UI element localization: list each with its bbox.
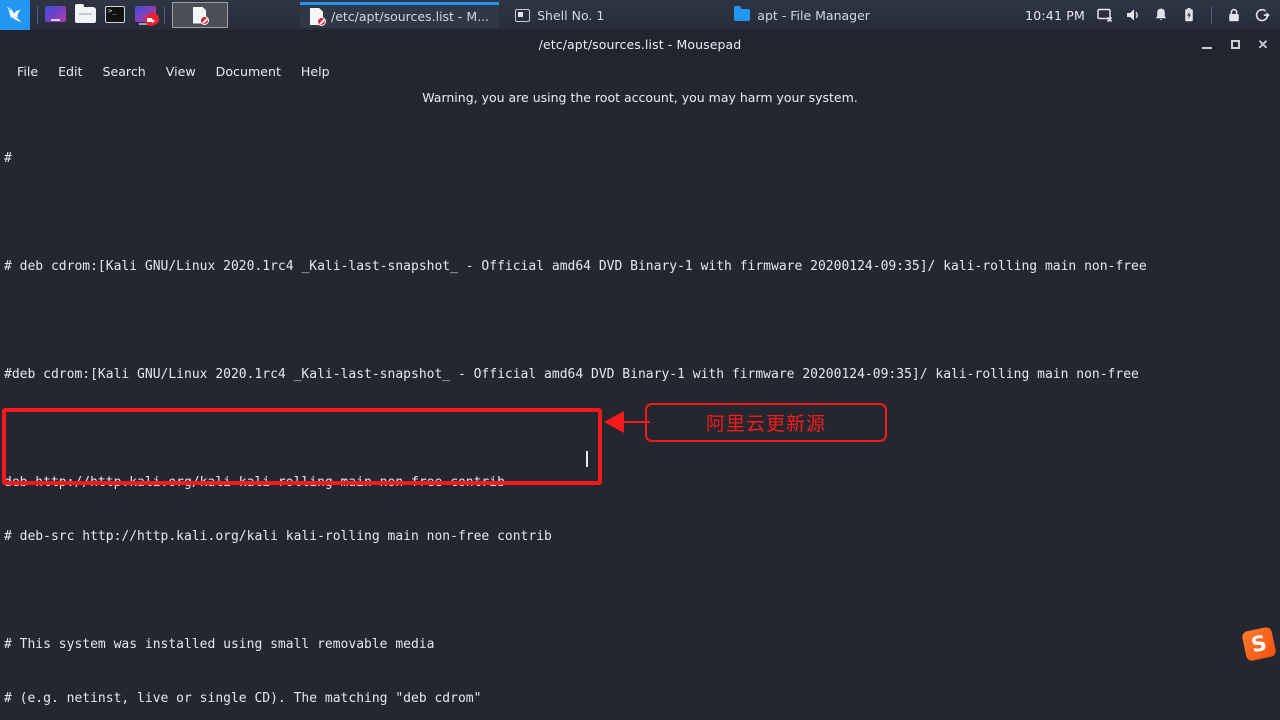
kali-dragon-icon bbox=[4, 4, 26, 26]
screen-icon bbox=[45, 6, 66, 22]
menu-document[interactable]: Document bbox=[207, 61, 290, 82]
menu-search[interactable]: Search bbox=[93, 61, 154, 82]
folder-icon bbox=[734, 6, 751, 21]
annotation-callout: 阿里云更新源 bbox=[645, 403, 887, 442]
editor-line: #deb cdrom:[Kali GNU/Linux 2020.1rc4 _Ka… bbox=[4, 367, 1139, 382]
root-warning-text: Warning, you are using the root account,… bbox=[422, 89, 858, 105]
window-button-label: apt - File Manager bbox=[757, 7, 870, 23]
maximize-button[interactable] bbox=[1222, 31, 1248, 57]
system-tray: 10:41 PM bbox=[1025, 6, 1280, 24]
display-off-icon[interactable] bbox=[1097, 7, 1113, 23]
taskbar: /etc/apt/sources.list - M... Shell No. 1… bbox=[0, 0, 1280, 30]
folder-icon bbox=[75, 4, 96, 23]
terminal-icon bbox=[515, 8, 531, 22]
window-button-label: Shell No. 1 bbox=[537, 7, 605, 23]
editor-line: # deb cdrom:[Kali GNU/Linux 2020.1rc4 _K… bbox=[4, 259, 1147, 274]
file-manager-launcher[interactable] bbox=[75, 4, 97, 26]
editor-line: # bbox=[4, 151, 12, 166]
menu-view[interactable]: View bbox=[157, 61, 205, 82]
close-button[interactable]: ✕ bbox=[1250, 31, 1276, 57]
annotation-arrow-head-icon bbox=[604, 411, 624, 433]
terminal-launcher[interactable] bbox=[105, 4, 127, 26]
taskbar-separator-2 bbox=[164, 6, 165, 24]
window-button-mousepad[interactable]: /etc/apt/sources.list - M... bbox=[300, 2, 500, 28]
annotation-label: 阿里云更新源 bbox=[705, 413, 826, 435]
window-button-list: /etc/apt/sources.list - M... Shell No. 1… bbox=[172, 0, 880, 30]
menubar: File Edit Search View Document Help bbox=[0, 58, 1280, 84]
document-blocked-icon bbox=[310, 8, 326, 26]
editor-line: # (e.g. netinst, live or single CD). The… bbox=[4, 691, 482, 706]
clock[interactable]: 10:41 PM bbox=[1025, 8, 1085, 23]
terminal-icon bbox=[105, 6, 125, 23]
volume-icon[interactable] bbox=[1125, 7, 1141, 23]
kali-menu-button[interactable] bbox=[0, 0, 30, 30]
window-button-label: /etc/apt/sources.list - M... bbox=[331, 9, 490, 24]
window-button-mousepad-minimized[interactable] bbox=[172, 2, 228, 28]
notifications-icon[interactable] bbox=[1153, 7, 1169, 23]
window-button-file-manager[interactable]: apt - File Manager bbox=[724, 2, 880, 28]
root-warning-bar: Warning, you are using the root account,… bbox=[0, 84, 1280, 110]
lock-screen-icon[interactable] bbox=[1226, 7, 1242, 23]
editor-textarea[interactable]: # # deb cdrom:[Kali GNU/Linux 2020.1rc4 … bbox=[0, 110, 1280, 720]
mousepad-window: /etc/apt/sources.list - Mousepad ✕ File … bbox=[0, 30, 1280, 720]
launcher-group bbox=[45, 4, 159, 26]
editor-line: # This system was installed using small … bbox=[4, 637, 435, 652]
window-controls: ✕ bbox=[1194, 30, 1276, 58]
menu-help[interactable]: Help bbox=[292, 61, 339, 82]
window-titlebar[interactable]: /etc/apt/sources.list - Mousepad ✕ bbox=[0, 30, 1280, 58]
editor-line: deb http://http.kali.org/kali kali-rolli… bbox=[4, 475, 505, 490]
menu-edit[interactable]: Edit bbox=[49, 61, 91, 82]
ime-logo-letter: S bbox=[1249, 630, 1269, 658]
battery-icon[interactable] bbox=[1181, 7, 1197, 23]
record-badge-icon bbox=[145, 14, 157, 26]
display-settings-launcher[interactable] bbox=[45, 4, 67, 26]
window-title: /etc/apt/sources.list - Mousepad bbox=[538, 36, 742, 52]
tray-separator bbox=[1211, 6, 1212, 24]
logout-icon[interactable] bbox=[1254, 7, 1270, 23]
document-blocked-icon bbox=[193, 6, 209, 25]
editor-line: # deb-src http://http.kali.org/kali kali… bbox=[4, 529, 552, 544]
ime-indicator[interactable]: S bbox=[1238, 625, 1280, 663]
menu-file[interactable]: File bbox=[8, 61, 47, 82]
text-cursor bbox=[586, 451, 588, 467]
minimize-button[interactable] bbox=[1194, 31, 1220, 57]
taskbar-separator-1 bbox=[37, 6, 38, 24]
window-button-shell[interactable]: Shell No. 1 bbox=[505, 2, 614, 28]
screen-recorder-launcher[interactable] bbox=[135, 4, 159, 26]
